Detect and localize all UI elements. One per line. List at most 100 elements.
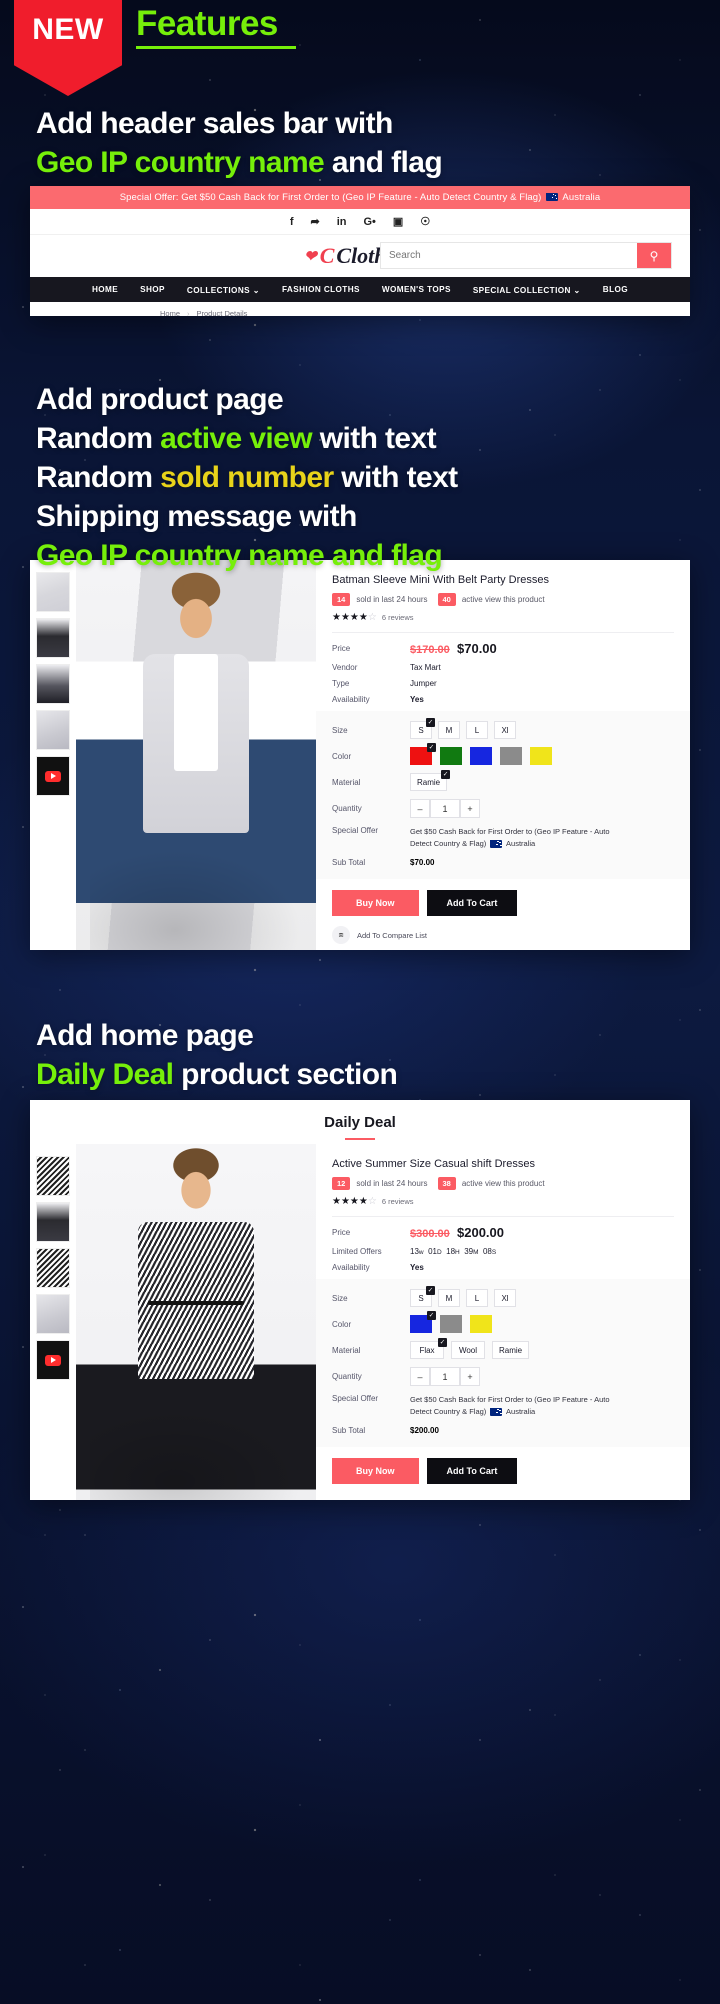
size-option-s[interactable]: S ✓ — [410, 718, 435, 739]
availability-label: Availability — [332, 695, 370, 704]
deal-product-title: Active Summer Size Casual shift Dresses — [332, 1158, 535, 1170]
check-icon: ✓ — [438, 1338, 447, 1347]
add-to-cart-button[interactable]: Add To Cart — [426, 890, 518, 916]
buy-now-button[interactable]: Buy Now — [332, 890, 419, 916]
deal-quantity-stepper[interactable]: – 1 + — [410, 1367, 480, 1386]
color-swatch-grey[interactable] — [500, 747, 522, 765]
nav-item-home[interactable]: HOME — [92, 285, 118, 294]
size-option-xl[interactable]: Xl — [494, 721, 516, 739]
deal-thumbnail-video[interactable] — [36, 1340, 70, 1380]
deal-material-option-flax[interactable]: Flax ✓ — [410, 1338, 447, 1359]
quantity-decrease-button[interactable]: – — [410, 799, 430, 818]
price-old: $170.00 — [410, 644, 450, 656]
deal-option-row-special-offer: Special Offer Get $50 Cash Back for Firs… — [332, 1394, 674, 1418]
nav-item-blog[interactable]: BLOG — [603, 285, 628, 294]
deal-color-swatch-blue[interactable]: ✓ — [410, 1311, 436, 1333]
play-icon — [45, 1354, 61, 1366]
thumbnail-video[interactable] — [36, 756, 70, 796]
color-swatch-red[interactable]: ✓ — [410, 743, 436, 765]
check-icon: ✓ — [426, 1286, 435, 1295]
features-underline — [136, 46, 296, 49]
deal-options: Size S ✓ M L Xl Color ✓ Material Flax ✓ … — [316, 1279, 690, 1447]
quantity-increase-button[interactable]: + — [460, 799, 480, 818]
deal-option-row-quantity: Quantity – 1 + — [332, 1367, 674, 1386]
thumbnail-2[interactable] — [36, 618, 70, 658]
googleplus-icon[interactable]: G• — [363, 216, 375, 228]
pinterest-icon[interactable]: ☉ — [420, 215, 430, 228]
deal-subtotal-label: Sub Total — [332, 1426, 366, 1435]
deal-price-new: $200.00 — [457, 1225, 504, 1240]
deal-quantity-decrease-button[interactable]: – — [410, 1367, 430, 1386]
deal-thumbnail-3[interactable] — [36, 1248, 70, 1288]
deal-thumbnail-2[interactable] — [36, 1202, 70, 1242]
deal-material-label: Material — [332, 1345, 361, 1355]
deal-material-option-ramie[interactable]: Ramie — [492, 1341, 530, 1359]
twitter-icon[interactable]: ➦ — [310, 215, 319, 228]
quantity-stepper[interactable]: – 1 + — [410, 799, 480, 818]
main-nav[interactable]: HOME SHOP COLLECTIONS ⌄ FASHION CLOTHS W… — [30, 277, 690, 302]
linkedin-icon[interactable]: in — [337, 216, 347, 228]
thumbnail-4[interactable] — [36, 710, 70, 750]
deal-quantity-increase-button[interactable]: + — [460, 1367, 480, 1386]
deal-color-swatch-grey[interactable] — [440, 1315, 462, 1333]
search-icon[interactable]: ⚲ — [637, 243, 671, 268]
check-icon: ✓ — [427, 743, 436, 752]
deal-size-option-s[interactable]: S ✓ — [410, 1286, 435, 1307]
deal-thumbnail-1[interactable] — [36, 1156, 70, 1196]
review-count: 6 reviews — [381, 613, 414, 622]
instagram-icon[interactable]: ▣ — [393, 215, 403, 228]
chevron-down-icon: ⌄ — [573, 285, 581, 295]
nav-item-fashion-cloths[interactable]: FASHION CLOTHS — [282, 285, 360, 294]
product-rating: ★★★★☆ 6 reviews — [332, 612, 674, 623]
spec-row-price: Price $170.00 $70.00 — [332, 641, 674, 656]
product-main-image[interactable] — [76, 560, 316, 950]
color-swatch-blue[interactable] — [470, 747, 492, 765]
deal-material-option-wool[interactable]: Wool — [451, 1341, 485, 1359]
deal-add-to-cart-button[interactable]: Add To Cart — [426, 1458, 518, 1484]
material-option-ramie[interactable]: Ramie ✓ — [410, 770, 451, 791]
australia-flag-icon — [490, 839, 503, 848]
size-option-m[interactable]: M — [438, 721, 460, 739]
thumbnail-1[interactable] — [36, 572, 70, 612]
nav-item-shop[interactable]: SHOP — [140, 285, 165, 294]
size-option-l[interactable]: L — [466, 721, 488, 739]
countdown-timer: 13w 01D 18H 39M 08S — [410, 1247, 497, 1256]
nav-item-womens-tops[interactable]: WOMEN'S TOPS — [382, 285, 451, 294]
deal-buy-now-button[interactable]: Buy Now — [332, 1458, 419, 1484]
spec-row-availability: Availability Yes — [332, 695, 674, 704]
nav-item-collections[interactable]: COLLECTIONS ⌄ — [187, 285, 260, 295]
deal-thumbnail-4[interactable] — [36, 1294, 70, 1334]
add-to-compare[interactable]: ⧈ Add To Compare List — [332, 922, 674, 950]
quantity-value[interactable]: 1 — [430, 799, 460, 818]
social-links-row: f ➦ in G• ▣ ☉ — [30, 209, 690, 235]
deal-quantity-value[interactable]: 1 — [430, 1367, 460, 1386]
special-offer-label: Special Offer — [332, 826, 379, 835]
thumbnail-3[interactable] — [36, 664, 70, 704]
sold-text: sold in last 24 hours — [356, 595, 428, 604]
deal-size-option-xl[interactable]: Xl — [494, 1289, 516, 1307]
compare-label[interactable]: Add To Compare List — [357, 931, 427, 940]
price-label: Price — [332, 644, 351, 653]
color-swatch-green[interactable] — [440, 747, 462, 765]
option-row-color: Color ✓ — [332, 743, 674, 765]
deal-availability-value: Yes — [410, 1263, 424, 1272]
search-box[interactable]: ⚲ — [380, 242, 672, 269]
product-thumbnail-list[interactable] — [30, 560, 76, 950]
vendor-label: Vendor — [332, 663, 358, 672]
check-icon: ✓ — [441, 770, 451, 779]
search-input[interactable] — [381, 243, 637, 268]
deal-color-swatch-yellow[interactable] — [470, 1315, 492, 1333]
deal-main-image[interactable] — [76, 1144, 316, 1500]
facebook-icon[interactable]: f — [290, 216, 294, 228]
deal-size-option-m[interactable]: M — [438, 1289, 460, 1307]
color-swatch-yellow[interactable] — [530, 747, 552, 765]
deal-thumbnail-list[interactable] — [30, 1144, 76, 1500]
nav-item-special-collection[interactable]: SPECIAL COLLECTION ⌄ — [473, 285, 581, 295]
deal-option-row-size: Size S ✓ M L Xl — [332, 1286, 674, 1307]
deal-special-offer-label: Special Offer — [332, 1394, 379, 1403]
deal-size-option-l[interactable]: L — [466, 1289, 488, 1307]
breadcrumb-home[interactable]: Home — [160, 309, 180, 317]
deal-rating: ★★★★☆ 6 reviews — [332, 1196, 674, 1207]
price-new: $70.00 — [457, 641, 497, 656]
limited-offers-label: Limited Offers — [332, 1247, 382, 1256]
